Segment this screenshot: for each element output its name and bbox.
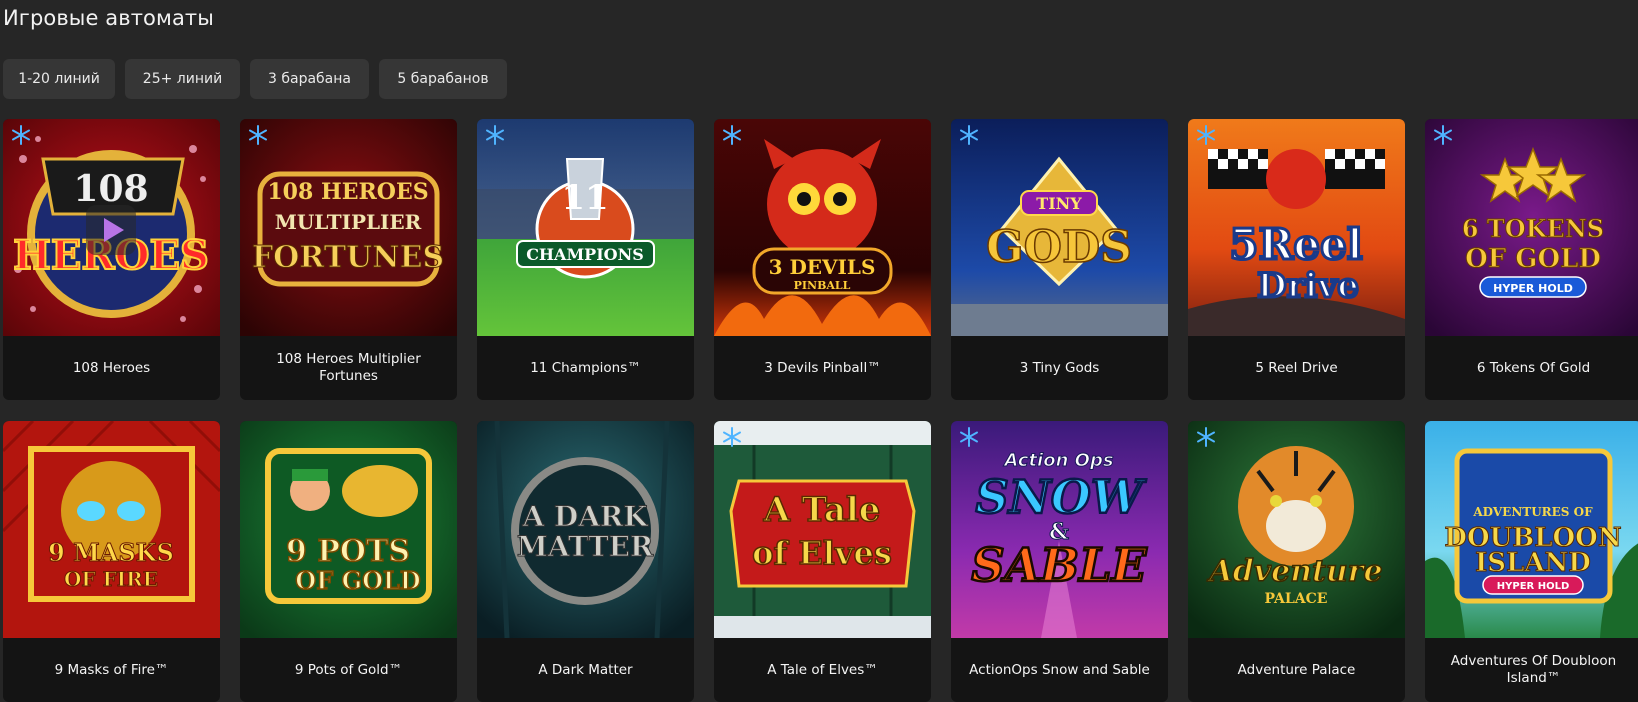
game-logo-line: CHAMPIONS — [526, 245, 644, 264]
game-title: 3 Tiny Gods — [1019, 359, 1100, 376]
game-grid: 108 HEROES 108 Heroes 108 HEROES MULTIPL… — [3, 119, 1638, 702]
game-logo-line: MATTER — [517, 530, 654, 563]
game-card-5-reel-drive[interactable]: 5Reel Drive 5 Reel Drive — [1188, 119, 1405, 400]
game-title: A Dark Matter — [538, 661, 633, 678]
game-thumbnail[interactable]: ADVENTURES OF DOUBLOON ISLAND HYPER HOLD — [1425, 421, 1638, 638]
game-thumbnail[interactable]: 11 CHAMPIONS — [477, 119, 694, 336]
filter-button-3-reels[interactable]: 3 барабана — [250, 59, 369, 99]
filter-button-5-reels[interactable]: 5 барабанов — [379, 59, 507, 99]
game-card-a-dark-matter[interactable]: A DARK MATTER A Dark Matter — [477, 421, 694, 702]
game-card-108-heroes-multiplier-fortunes[interactable]: 108 HEROES MULTIPLIER FORTUNES 108 Heroe… — [240, 119, 457, 400]
game-thumbnail[interactable]: 5Reel Drive — [1188, 119, 1405, 336]
game-logo-line: 9 POTS — [286, 534, 410, 569]
game-card-adventure-palace[interactable]: Adventure PALACE Adventure Palace — [1188, 421, 1405, 702]
game-logo-line: MULTIPLIER — [275, 210, 422, 234]
game-logo-line: OF GOLD — [295, 566, 420, 595]
game-card-a-tale-of-elves[interactable]: A Tale of Elves A Tale of Elves™ — [714, 421, 931, 702]
game-thumbnail[interactable]: 6 TOKENS OF GOLD HYPER HOLD — [1425, 119, 1638, 336]
game-card-6-tokens-of-gold[interactable]: 6 TOKENS OF GOLD HYPER HOLD 6 Tokens Of … — [1425, 119, 1638, 400]
game-logo-line: 9 MASKS — [48, 538, 174, 567]
game-thumbnail[interactable]: A Tale of Elves — [714, 421, 931, 638]
game-thumbnail[interactable]: 9 POTS OF GOLD — [240, 421, 457, 638]
game-title: 6 Tokens Of Gold — [1476, 359, 1591, 376]
game-thumbnail[interactable]: TINY GODS — [951, 119, 1168, 336]
game-thumbnail[interactable]: A DARK MATTER — [477, 421, 694, 638]
game-logo-line: 108 HEROES — [267, 179, 428, 205]
game-title: 11 Champions™ — [530, 359, 641, 376]
game-logo-line: 6 TOKENS — [1462, 214, 1604, 243]
game-card-9-masks-of-fire[interactable]: 9 MASKS OF FIRE 9 Masks of Fire™ — [3, 421, 220, 702]
snowflake-icon — [723, 125, 741, 145]
snowflake-icon — [960, 427, 978, 447]
game-logo-line: Action Ops — [1002, 450, 1113, 471]
snowflake-icon — [486, 125, 504, 145]
page-title: Игровые автоматы — [3, 6, 214, 30]
filter-button-25-plus-lines[interactable]: 25+ линий — [125, 59, 240, 99]
game-thumbnail[interactable]: Action Ops SNOW & SABLE — [951, 421, 1168, 638]
game-thumbnail[interactable]: 108 HEROES MULTIPLIER FORTUNES — [240, 119, 457, 336]
game-logo-line: Adventure — [1206, 554, 1382, 589]
game-logo-line: of Elves — [752, 534, 892, 572]
game-title: 5 Reel Drive — [1255, 359, 1338, 376]
game-title: 9 Pots of Gold™ — [294, 661, 403, 678]
game-logo-line: ISLAND — [1475, 548, 1591, 578]
game-logo-line: A DARK — [521, 500, 649, 533]
game-title: 108 Heroes Multiplier Fortunes — [276, 351, 421, 384]
game-logo-line: HYPER HOLD — [1493, 282, 1573, 295]
game-card-9-pots-of-gold[interactable]: 9 POTS OF GOLD 9 Pots of Gold™ — [240, 421, 457, 702]
game-title: Adventure Palace — [1237, 661, 1356, 678]
game-logo-line: 3 DEVILS — [769, 255, 876, 279]
game-title: A Tale of Elves™ — [767, 661, 878, 678]
game-logo-line: 108 — [73, 168, 148, 210]
game-card-actionops-snow-and-sable[interactable]: Action Ops SNOW & SABLE ActionOps Snow a… — [951, 421, 1168, 702]
game-title: 9 Masks of Fire™ — [54, 661, 169, 678]
game-logo-line: SABLE — [971, 538, 1147, 592]
game-card-adventures-of-doubloon-island[interactable]: ADVENTURES OF DOUBLOON ISLAND HYPER HOLD… — [1425, 421, 1638, 702]
game-card-3-tiny-gods[interactable]: TINY GODS 3 Tiny Gods — [951, 119, 1168, 400]
game-logo-line: A Tale — [763, 490, 881, 530]
game-logo-line: SNOW — [976, 470, 1147, 524]
game-title: ActionOps Snow and Sable — [969, 661, 1150, 678]
game-logo-line: PINBALL — [794, 279, 851, 292]
game-logo-line: GODS — [986, 222, 1132, 273]
game-title: 108 Heroes — [72, 359, 151, 376]
game-logo-line: OF FIRE — [64, 567, 158, 591]
snowflake-icon — [960, 125, 978, 145]
snowflake-icon — [723, 427, 741, 447]
game-logo-line: FORTUNES — [252, 240, 444, 275]
game-logo-line: ADVENTURES OF — [1472, 505, 1593, 519]
game-logo-line: Drive — [1257, 266, 1359, 306]
game-card-11-champions[interactable]: 11 CHAMPIONS 11 Champions™ — [477, 119, 694, 400]
snowflake-icon — [1197, 427, 1215, 447]
game-title: Adventures Of Doubloon Island™ — [1450, 653, 1617, 686]
game-thumbnail[interactable]: 3 DEVILS PINBALL — [714, 119, 931, 336]
play-icon[interactable] — [86, 205, 136, 255]
game-title: 3 Devils Pinball™ — [764, 359, 881, 376]
game-thumbnail[interactable]: 108 HEROES — [3, 119, 220, 336]
snowflake-icon — [1434, 125, 1452, 145]
filter-bar: 1-20 линий 25+ линий 3 барабана 5 бараба… — [3, 59, 507, 99]
game-thumbnail[interactable]: Adventure PALACE — [1188, 421, 1405, 638]
game-thumbnail[interactable]: 9 MASKS OF FIRE — [3, 421, 220, 638]
filter-button-1-20-lines[interactable]: 1-20 линий — [3, 59, 115, 99]
game-logo-line: PALACE — [1265, 591, 1328, 607]
snowflake-icon — [12, 125, 30, 145]
game-logo-line: OF GOLD — [1465, 244, 1601, 274]
snowflake-icon — [249, 125, 267, 145]
game-card-3-devils-pinball[interactable]: 3 DEVILS PINBALL 3 Devils Pinball™ — [714, 119, 931, 400]
game-logo-line: 5Reel — [1229, 220, 1363, 269]
snowflake-icon — [1197, 125, 1215, 145]
game-logo-line: 11 — [561, 178, 608, 218]
game-card-108-heroes[interactable]: 108 HEROES 108 Heroes — [3, 119, 220, 400]
game-logo-line: HYPER HOLD — [1497, 581, 1570, 592]
game-logo-line: TINY — [1036, 194, 1082, 213]
